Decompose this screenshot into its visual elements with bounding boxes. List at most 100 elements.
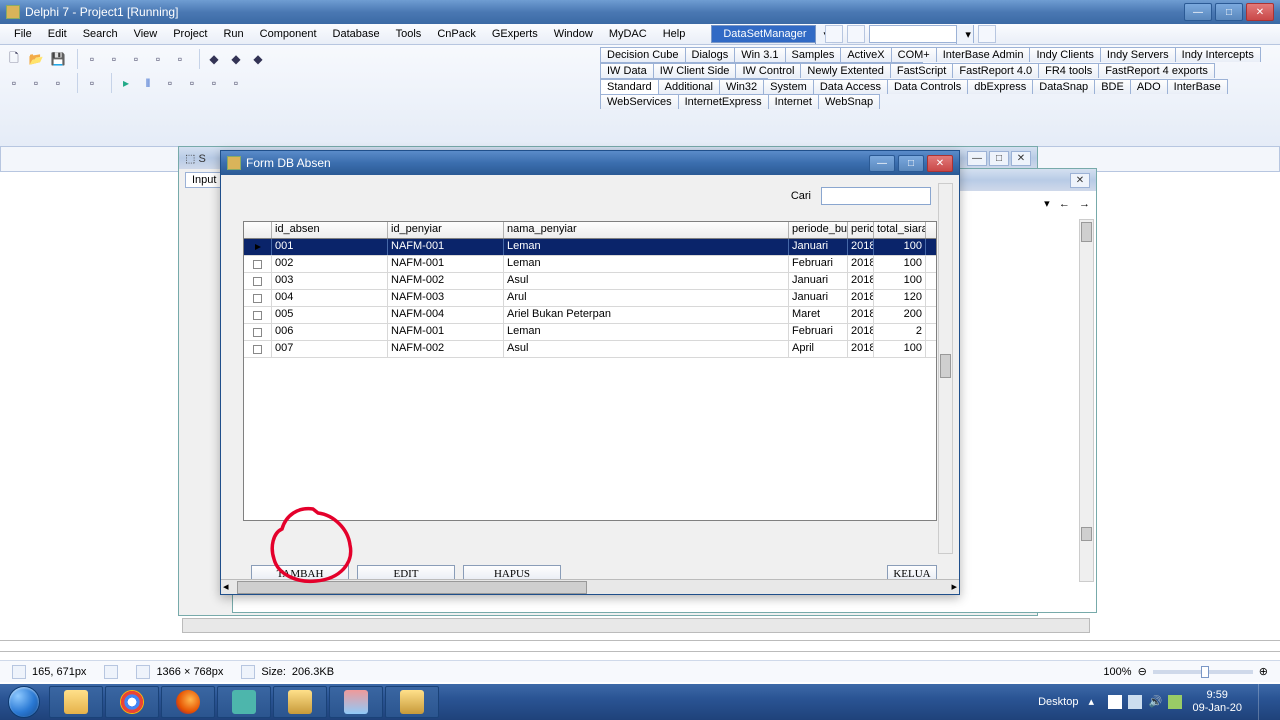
col-periode-bul[interactable]: periode_bul (789, 222, 848, 238)
tool-i[interactable]: ▫ (4, 73, 24, 93)
table-row[interactable]: 002NAFM-001LemanFebruari2018100 (244, 256, 936, 273)
menu-database[interactable]: Database (325, 25, 388, 43)
task-explorer[interactable] (49, 686, 103, 718)
table-row[interactable]: 005NAFM-004Ariel Bukan PeterpanMaret2018… (244, 307, 936, 324)
palette-tab[interactable]: IW Control (735, 63, 801, 78)
palette-tab[interactable]: Newly Extented (800, 63, 890, 78)
task-delphi1[interactable] (273, 686, 327, 718)
tray-volume-icon[interactable]: 🔊 (1148, 695, 1162, 709)
tool-n[interactable]: ▫ (226, 73, 246, 93)
zoom-in-button[interactable]: ⊕ (1259, 665, 1268, 678)
behind-close[interactable]: ✕ (1011, 151, 1031, 166)
tray-clock[interactable]: 9:59 09-Jan-20 (1192, 689, 1242, 715)
zoom-out-button[interactable]: ⊖ (1138, 665, 1147, 678)
menu-search[interactable]: Search (75, 25, 126, 43)
palette-tab[interactable]: ActiveX (840, 47, 891, 62)
form-close[interactable]: ✕ (927, 155, 953, 172)
start-button[interactable] (0, 684, 48, 720)
close-button[interactable]: ✕ (1246, 3, 1274, 21)
col-periode[interactable]: perio (848, 222, 874, 238)
palette-tab[interactable]: IW Client Side (653, 63, 737, 78)
palette-tab[interactable]: WebSnap (818, 94, 880, 109)
palette-tab[interactable]: Data Access (813, 79, 888, 94)
menu-cnpack[interactable]: CnPack (429, 25, 484, 43)
tool-j[interactable]: ▫ (26, 73, 46, 93)
tray-up-icon[interactable]: ▴ (1088, 695, 1102, 709)
palette-tab[interactable]: Data Controls (887, 79, 968, 94)
nav-arrows[interactable]: ▾ ← → (1044, 197, 1090, 210)
show-desktop-label[interactable]: Desktop (1038, 696, 1078, 708)
db-grid[interactable]: id_absen id_penyiar nama_penyiar periode… (243, 221, 937, 521)
palette-tab[interactable]: Win32 (719, 79, 764, 94)
minimize-button[interactable]: — (1184, 3, 1212, 21)
menu-help[interactable]: Help (655, 25, 694, 43)
palette-tab[interactable]: Internet (768, 94, 819, 109)
toolbar-small-2[interactable] (847, 25, 865, 43)
stop-icon[interactable]: ▫ (160, 73, 180, 93)
menu-run[interactable]: Run (215, 25, 251, 43)
task-chrome[interactable] (105, 686, 159, 718)
form-vscroll[interactable] (938, 183, 953, 554)
palette-tab[interactable]: Standard (600, 79, 659, 94)
table-row[interactable]: 006NAFM-001LemanFebruari20182 (244, 324, 936, 341)
tray-network-icon[interactable] (1128, 695, 1142, 709)
palette-tab[interactable]: Win 3.1 (734, 47, 785, 62)
palette-tab[interactable]: InternetExpress (678, 94, 769, 109)
tool-f[interactable]: ◆ (204, 49, 224, 69)
tool-l[interactable]: ▫ (82, 73, 102, 93)
palette-tab[interactable]: Indy Intercepts (1175, 47, 1261, 62)
menu-mydac[interactable]: MyDAC (601, 25, 655, 43)
pause-icon[interactable]: ‖ (138, 73, 158, 93)
palette-tab[interactable]: Indy Clients (1029, 47, 1100, 62)
task-app1[interactable] (217, 686, 271, 718)
tool-d[interactable]: ▫ (148, 49, 168, 69)
palette-tab[interactable]: Additional (658, 79, 720, 94)
palette-tab[interactable]: InterBase (1167, 79, 1228, 94)
palette-tab[interactable]: dbExpress (967, 79, 1033, 94)
palette-tab[interactable]: FastScript (890, 63, 954, 78)
palette-tab[interactable]: FastReport 4.0 (952, 63, 1039, 78)
search-input[interactable] (821, 187, 931, 205)
menu-component[interactable]: Component (252, 25, 325, 43)
tool-g[interactable]: ◆ (226, 49, 246, 69)
tool-e[interactable]: ▫ (170, 49, 190, 69)
task-paint[interactable] (329, 686, 383, 718)
form-minimize[interactable]: — (869, 155, 895, 172)
palette-tab[interactable]: BDE (1094, 79, 1131, 94)
tool-a[interactable]: ▫ (82, 49, 102, 69)
step-icon[interactable]: ▫ (182, 73, 202, 93)
behind-max[interactable]: □ (989, 151, 1009, 166)
toolbar-small-1[interactable] (825, 25, 843, 43)
show-desktop-button[interactable] (1258, 684, 1272, 720)
palette-tab[interactable]: Indy Servers (1100, 47, 1176, 62)
menu-tools[interactable]: Tools (388, 25, 430, 43)
table-row[interactable]: 003NAFM-002AsulJanuari2018100 (244, 273, 936, 290)
palette-tab[interactable]: FastReport 4 exports (1098, 63, 1215, 78)
task-firefox[interactable] (161, 686, 215, 718)
palette-tab[interactable]: FR4 tools (1038, 63, 1099, 78)
toolbar-small-3[interactable] (978, 25, 996, 43)
palette-tab[interactable]: ADO (1130, 79, 1168, 94)
tool-c[interactable]: ▫ (126, 49, 146, 69)
behind-scroll[interactable] (1079, 219, 1094, 582)
behind-min[interactable]: — (967, 151, 987, 166)
palette-tab[interactable]: DataSnap (1032, 79, 1095, 94)
menu-view[interactable]: View (126, 25, 166, 43)
table-row[interactable]: 007NAFM-002AsulApril2018100 (244, 341, 936, 358)
palette-tab[interactable]: COM+ (891, 47, 937, 62)
maximize-button[interactable]: □ (1215, 3, 1243, 21)
palette-tab[interactable]: Decision Cube (600, 47, 686, 62)
secondary-combo[interactable]: ▾ (869, 25, 974, 43)
table-row[interactable]: 004NAFM-003ArulJanuari2018120 (244, 290, 936, 307)
col-id-penyiar[interactable]: id_penyiar (388, 222, 504, 238)
menu-gexperts[interactable]: GExperts (484, 25, 546, 43)
palette-tab[interactable]: Samples (785, 47, 842, 62)
tool-h[interactable]: ◆ (248, 49, 268, 69)
palette-tab[interactable]: System (763, 79, 814, 94)
tool-k[interactable]: ▫ (48, 73, 68, 93)
open-icon[interactable]: 📂 (26, 49, 46, 69)
menu-window[interactable]: Window (546, 25, 601, 43)
tool-b[interactable]: ▫ (104, 49, 124, 69)
col-id-absen[interactable]: id_absen (272, 222, 388, 238)
menu-project[interactable]: Project (165, 25, 215, 43)
